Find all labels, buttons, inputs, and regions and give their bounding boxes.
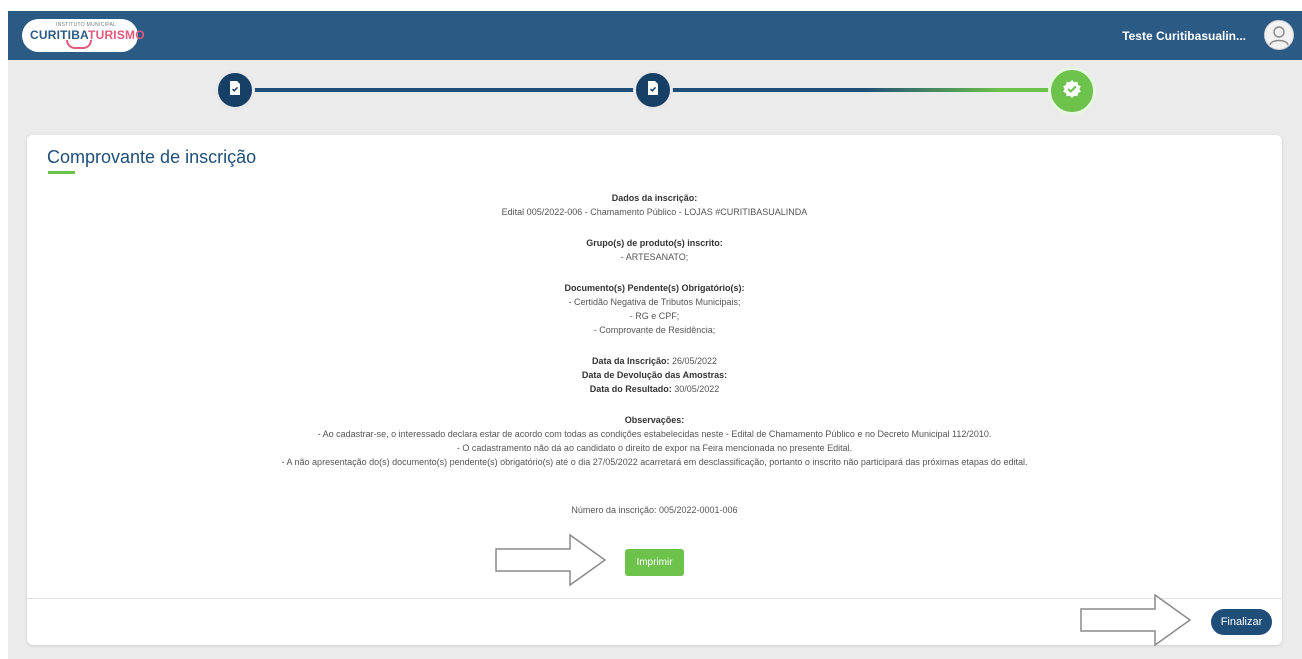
data-devolucao-label: Data de Devolução das Amostras: [581, 370, 728, 380]
verified-badge-icon [1062, 79, 1082, 104]
top-navbar: INSTITUTO MUNICIPAL CURITIBATURISMO Test… [8, 11, 1302, 60]
document-check-icon [646, 80, 660, 101]
grupo-item: - ARTESANATO; [620, 252, 689, 262]
obs-label: Observações: [624, 415, 685, 425]
doc-item: - Certidão Negativa de Tributos Municipa… [568, 297, 741, 307]
user-name[interactable]: Teste Curitibasualin... [1122, 29, 1246, 43]
numero-label: Número da inscrição: [571, 505, 657, 515]
arrow-pointer-icon [495, 533, 607, 587]
print-button[interactable]: Imprimir [625, 549, 684, 576]
grupos-label: Grupo(s) de produto(s) inscrito: [586, 238, 723, 248]
data-resultado: Data do Resultado: 30/05/2022 [27, 382, 1282, 396]
step-3-indicator[interactable] [1048, 67, 1096, 115]
user-avatar-icon[interactable] [1264, 20, 1294, 50]
doc-item: - RG e CPF; [629, 311, 680, 321]
arrow-pointer-icon [1080, 593, 1192, 647]
progress-stepper [8, 60, 1302, 130]
data-resultado-value: 30/05/2022 [674, 384, 720, 394]
data-inscricao-value: 26/05/2022 [672, 356, 718, 366]
page-title: Comprovante de inscrição [47, 147, 257, 167]
receipt-details: Dados da inscrição: Edital 005/2022-006 … [27, 191, 1282, 517]
numero-inscricao: Número da inscrição: 005/2022-0001-006 [27, 503, 1282, 517]
dados-label: Dados da inscrição: [611, 193, 698, 203]
logo-smile-mark [66, 40, 92, 49]
data-inscricao-label: Data da Inscrição: [591, 356, 670, 366]
doc-item: - Comprovante de Residência; [593, 325, 716, 335]
data-inscricao: Data da Inscrição: 26/05/2022 [27, 354, 1282, 368]
title-underline [48, 171, 75, 174]
logo-word-b: TURISMO [88, 28, 145, 42]
dados-value: Edital 005/2022-006 - Chamamento Público… [501, 207, 808, 217]
obs-item: - Ao cadastrar-se, o interessado declara… [317, 429, 992, 439]
stepper-connector-1 [240, 88, 642, 92]
finalize-button[interactable]: Finalizar [1211, 609, 1272, 635]
curitiba-turismo-logo[interactable]: INSTITUTO MUNICIPAL CURITIBATURISMO [22, 19, 145, 52]
step-2-indicator[interactable] [633, 70, 673, 110]
document-check-icon [228, 80, 242, 101]
numero-value: 005/2022-0001-006 [658, 505, 738, 515]
stepper-connector-2 [662, 88, 1062, 92]
receipt-card: Comprovante de inscrição Dados da inscri… [27, 135, 1282, 647]
docs-label: Documento(s) Pendente(s) Obrigatório(s): [564, 283, 745, 293]
obs-item: - A não apresentação do(s) documento(s) … [281, 457, 1028, 467]
step-1-indicator[interactable] [215, 70, 255, 110]
data-resultado-label: Data do Resultado: [589, 384, 672, 394]
obs-item: - O cadastramento não dá ao candidato o … [456, 443, 853, 453]
